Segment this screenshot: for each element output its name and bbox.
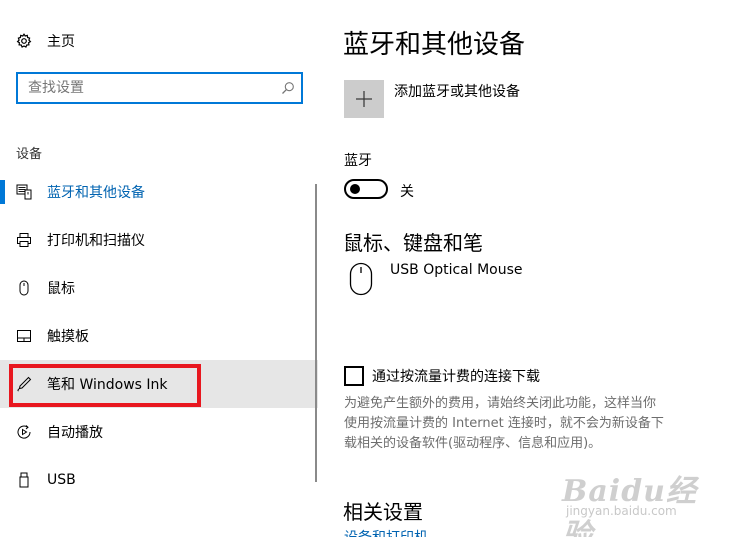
- plus-icon: [355, 90, 373, 108]
- pen-icon: [16, 376, 32, 392]
- bluetooth-toggle[interactable]: [344, 179, 388, 199]
- related-settings-title: 相关设置: [343, 500, 423, 524]
- toggle-knob: [350, 184, 360, 194]
- main-content: 蓝牙和其他设备 添加蓝牙或其他设备 蓝牙 关 鼠标、键盘和笔 USB Optic…: [343, 0, 739, 537]
- description-line: 为避免产生额外的费用，请始终关闭此功能，这样当你: [344, 396, 657, 411]
- sidebar-item-label: 自动播放: [47, 425, 103, 441]
- sidebar-item-label: 打印机和扫描仪: [47, 233, 145, 249]
- metered-description: 为避免产生额外的费用，请始终关闭此功能，这样当你 使用按流量计费的 Intern…: [344, 394, 710, 454]
- mouse-device-icon: [349, 262, 373, 296]
- sidebar-item-pen[interactable]: 笔和 Windows Ink: [0, 360, 318, 408]
- device-name[interactable]: USB Optical Mouse: [390, 262, 523, 278]
- sidebar-item-mouse[interactable]: 鼠标: [0, 264, 318, 312]
- mouse-section-title: 鼠标、键盘和笔: [343, 231, 483, 255]
- add-device-label[interactable]: 添加蓝牙或其他设备: [394, 81, 520, 101]
- sidebar-item-autoplay[interactable]: 自动播放: [0, 408, 318, 456]
- search-icon[interactable]: [275, 74, 301, 102]
- page-title: 蓝牙和其他设备: [343, 30, 526, 60]
- home-link[interactable]: 主页: [16, 29, 75, 53]
- sidebar-scrollbar[interactable]: [315, 184, 317, 482]
- metered-download-label[interactable]: 通过按流量计费的连接下载: [372, 366, 540, 386]
- mouse-icon: [16, 280, 32, 296]
- gear-icon: [16, 33, 32, 49]
- section-label-devices: 设备: [16, 147, 43, 162]
- sidebar-item-bluetooth[interactable]: 蓝牙和其他设备: [0, 168, 318, 216]
- sidebar-item-label: 触摸板: [47, 329, 89, 345]
- printer-icon: [16, 232, 32, 248]
- autoplay-icon: [16, 424, 32, 440]
- sidebar-item-label: 蓝牙和其他设备: [47, 185, 145, 201]
- bluetooth-state: 关: [400, 184, 414, 200]
- description-line: 使用按流量计费的 Internet 连接时，就不会为新设备下: [344, 416, 664, 431]
- usb-icon: [16, 472, 32, 488]
- sidebar-item-touchpad[interactable]: 触摸板: [0, 312, 318, 360]
- sidebar: 主页 设备 蓝牙和其他设备: [0, 0, 318, 537]
- metered-download-checkbox[interactable]: [344, 366, 364, 386]
- bluetooth-label: 蓝牙: [344, 153, 372, 169]
- sidebar-item-printers[interactable]: 打印机和扫描仪: [0, 216, 318, 264]
- search-box[interactable]: [16, 72, 303, 104]
- sidebar-item-label: USB: [47, 472, 76, 488]
- search-input[interactable]: [18, 74, 275, 102]
- sidebar-item-label: 笔和 Windows Ink: [47, 377, 168, 393]
- add-device-button[interactable]: [344, 80, 384, 118]
- home-label: 主页: [47, 34, 75, 50]
- touchpad-icon: [16, 328, 32, 344]
- sidebar-item-usb[interactable]: USB: [0, 456, 318, 504]
- sidebar-item-label: 鼠标: [47, 281, 75, 297]
- devices-printers-link[interactable]: 设备和打印机: [344, 527, 428, 537]
- bluetooth-device-icon: [16, 184, 32, 200]
- description-line: 载相关的设备软件(驱动程序、信息和应用)。: [344, 436, 602, 451]
